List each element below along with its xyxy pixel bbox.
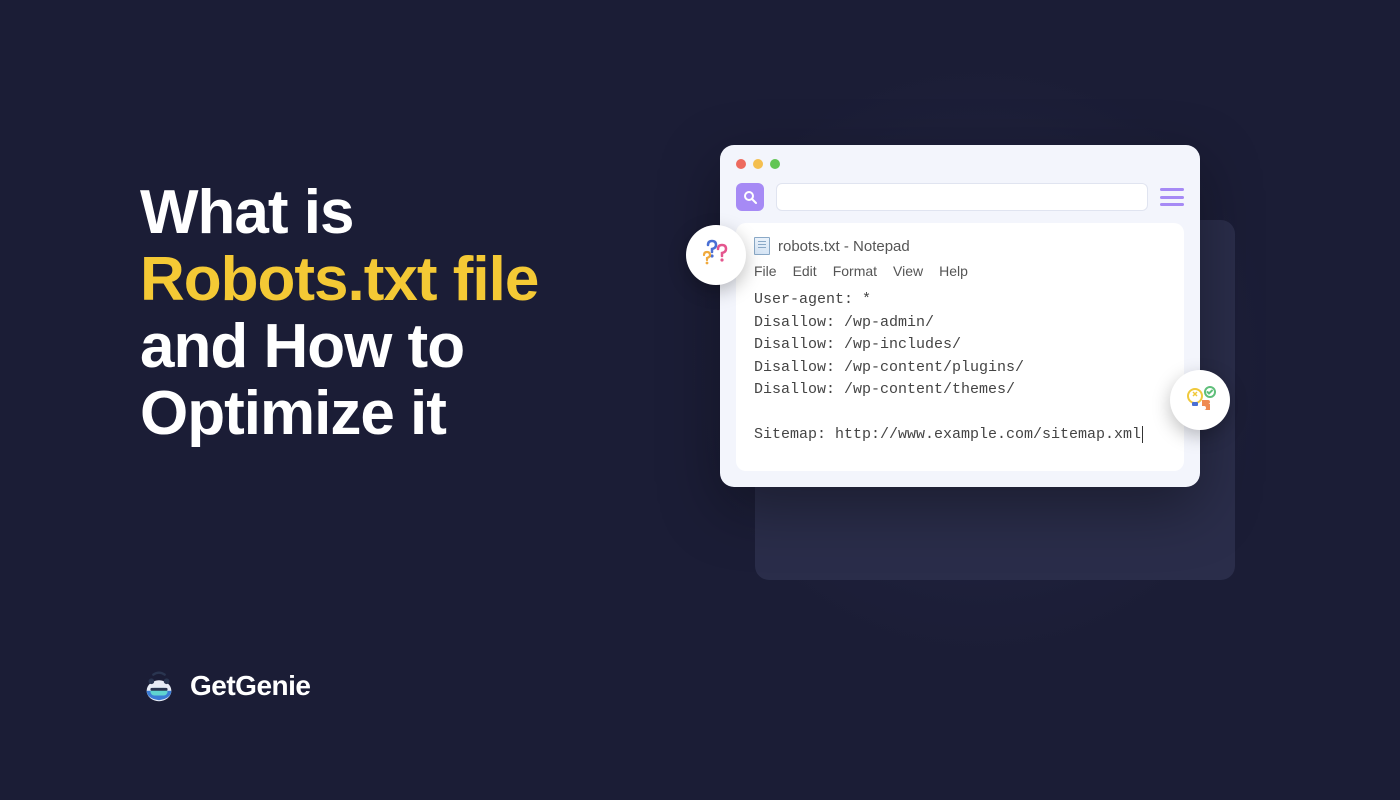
browser-window: robots.txt - Notepad File Edit Format Vi… [720,145,1200,487]
headline-highlight: Robots.txt file [140,245,538,314]
idea-badge [1170,370,1230,430]
lightbulb-puzzle-icon [1182,382,1218,418]
menu-view[interactable]: View [893,263,923,279]
notepad-menu: File Edit Format View Help [754,263,1166,279]
line-7: Sitemap: http://www.example.com/sitemap.… [754,426,1141,443]
line-5: Disallow: /wp-content/themes/ [754,381,1015,398]
menu-help[interactable]: Help [939,263,968,279]
headline-line1: What is [140,178,353,247]
file-icon [754,237,770,255]
address-bar[interactable] [776,183,1148,211]
line-1: User-agent: * [754,291,871,308]
notepad-content[interactable]: User-agent: * Disallow: /wp-admin/ Disal… [754,289,1166,447]
search-button[interactable] [736,183,764,211]
headline: What is Robots.txt file and How to Optim… [140,180,670,448]
line-4: Disallow: /wp-content/plugins/ [754,359,1024,376]
maximize-icon[interactable] [770,159,780,169]
line-3: Disallow: /wp-includes/ [754,336,961,353]
menu-file[interactable]: File [754,263,777,279]
menu-edit[interactable]: Edit [793,263,817,279]
genie-icon [140,667,178,705]
text-cursor [1142,426,1143,443]
question-badge [686,225,746,285]
question-marks-icon [698,237,734,273]
notepad-titlebar: robots.txt - Notepad [754,237,1166,255]
browser-chrome [720,145,1200,223]
search-icon [743,190,757,204]
brand-name: GetGenie [190,670,310,702]
address-row [736,183,1184,211]
minimize-icon[interactable] [753,159,763,169]
traffic-lights [736,159,1184,169]
notepad-window: robots.txt - Notepad File Edit Format Vi… [736,223,1184,471]
menu-icon[interactable] [1160,188,1184,206]
line-2: Disallow: /wp-admin/ [754,314,934,331]
notepad-title: robots.txt - Notepad [778,238,910,255]
menu-format[interactable]: Format [833,263,877,279]
close-icon[interactable] [736,159,746,169]
brand-logo: GetGenie [140,667,310,705]
headline-line3: and How to Optimize it [140,312,464,448]
